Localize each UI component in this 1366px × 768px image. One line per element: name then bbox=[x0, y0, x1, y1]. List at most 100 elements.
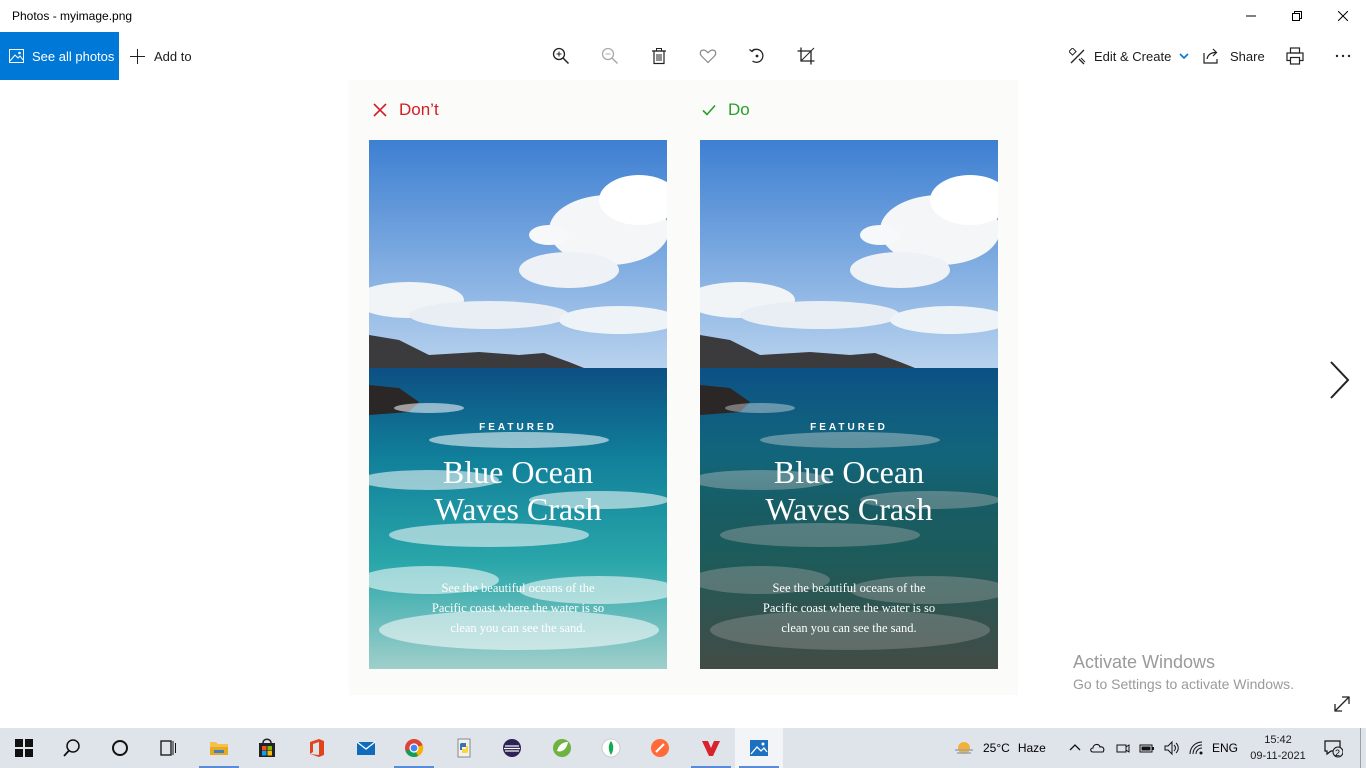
speaker-icon bbox=[1164, 740, 1179, 756]
close-icon bbox=[1338, 11, 1348, 21]
task-view-button[interactable] bbox=[144, 728, 192, 768]
volume-tray[interactable] bbox=[1163, 728, 1179, 768]
add-to-button[interactable]: Add to bbox=[130, 32, 192, 80]
weather-temp: 25°C bbox=[983, 741, 1010, 755]
meet-now-tray[interactable] bbox=[1115, 728, 1131, 768]
wifi-icon bbox=[1189, 741, 1203, 755]
restore-icon bbox=[1292, 11, 1302, 21]
mongodb-button[interactable] bbox=[587, 728, 635, 768]
headline-line-2: Waves Crash bbox=[434, 491, 602, 527]
search-icon bbox=[63, 739, 80, 757]
more-options-button[interactable] bbox=[1331, 44, 1355, 68]
displayed-image: Don’t Do FEATURED Blue Ocean Waves Crash… bbox=[349, 80, 1018, 695]
language-tray[interactable]: ENG bbox=[1212, 728, 1238, 768]
body-text: See the beautiful oceans of the Pacific … bbox=[413, 578, 623, 638]
print-button[interactable] bbox=[1283, 44, 1307, 68]
chevron-up-icon bbox=[1069, 744, 1081, 751]
task-view-icon bbox=[160, 740, 176, 756]
rotate-button[interactable] bbox=[745, 44, 769, 68]
check-icon bbox=[702, 104, 716, 116]
start-button[interactable] bbox=[0, 728, 48, 768]
clock-time: 15:42 bbox=[1264, 734, 1292, 746]
store-icon bbox=[259, 738, 275, 757]
spring-icon bbox=[553, 739, 571, 757]
cortana-button[interactable] bbox=[96, 728, 144, 768]
body-line-2: Pacific coast where the water is so bbox=[431, 601, 605, 615]
notification-count: 2 bbox=[1335, 748, 1341, 758]
search-button[interactable] bbox=[48, 728, 96, 768]
vpn-button[interactable] bbox=[687, 728, 735, 768]
eclipse-button[interactable] bbox=[488, 728, 536, 768]
add-to-label: Add to bbox=[154, 48, 192, 64]
zoom-in-button[interactable] bbox=[549, 44, 573, 68]
headline-line-1: Blue Ocean bbox=[442, 454, 594, 490]
photos-app-button[interactable] bbox=[735, 728, 783, 768]
delete-icon bbox=[652, 48, 666, 65]
cross-icon bbox=[373, 103, 387, 117]
body-text: See the beautiful oceans of the Pacific … bbox=[744, 578, 954, 638]
restore-button[interactable] bbox=[1274, 0, 1320, 32]
favorite-button[interactable] bbox=[696, 44, 720, 68]
crop-button[interactable] bbox=[794, 44, 818, 68]
zoom-in-icon bbox=[552, 47, 570, 65]
body-line-3: clean you can see the sand. bbox=[450, 621, 586, 635]
office-button[interactable] bbox=[293, 728, 341, 768]
onedrive-tray[interactable] bbox=[1090, 728, 1106, 768]
taskbar: 25°C Haze ENG 15:42 09-11-2021 2 bbox=[0, 728, 1366, 768]
activate-windows-watermark: Activate Windows Go to Settings to activ… bbox=[1073, 652, 1294, 692]
photos-app-icon bbox=[750, 740, 768, 756]
crop-icon bbox=[797, 47, 815, 65]
title-bar: Photos - myimage.png bbox=[0, 0, 1366, 32]
next-image-button[interactable] bbox=[1326, 360, 1354, 400]
favorite-icon bbox=[699, 49, 717, 64]
zoom-out-button[interactable] bbox=[598, 44, 622, 68]
office-icon bbox=[310, 739, 324, 757]
mongodb-icon bbox=[601, 738, 621, 758]
see-all-photos-button[interactable]: See all photos bbox=[0, 32, 119, 80]
springtool-button[interactable] bbox=[538, 728, 586, 768]
postman-button[interactable] bbox=[636, 728, 684, 768]
file-explorer-button[interactable] bbox=[195, 728, 243, 768]
action-center-button[interactable]: 2 bbox=[1323, 728, 1343, 768]
watermark-title: Activate Windows bbox=[1073, 652, 1216, 672]
rotate-icon bbox=[749, 48, 764, 63]
cloud-icon bbox=[1090, 743, 1105, 753]
chrome-button[interactable] bbox=[390, 728, 438, 768]
clock[interactable]: 15:42 09-11-2021 bbox=[1248, 732, 1308, 764]
fullscreen-button[interactable] bbox=[1332, 694, 1352, 714]
window-title: Photos - myimage.png bbox=[12, 9, 133, 23]
do-text: Do bbox=[728, 100, 750, 119]
share-button[interactable]: Share bbox=[1203, 32, 1265, 80]
photos-icon bbox=[9, 49, 24, 63]
edit-create-button[interactable]: Edit & Create bbox=[1069, 32, 1189, 80]
dont-label: Don’t bbox=[373, 100, 439, 120]
headline: Blue Ocean Waves Crash bbox=[369, 454, 667, 528]
headline: Blue Ocean Waves Crash bbox=[700, 454, 998, 528]
store-button[interactable] bbox=[243, 728, 291, 768]
clock-date: 09-11-2021 bbox=[1250, 750, 1306, 762]
mail-button[interactable] bbox=[342, 728, 390, 768]
headline-line-2: Waves Crash bbox=[765, 491, 933, 527]
see-all-photos-label: See all photos bbox=[32, 48, 115, 64]
close-button[interactable] bbox=[1320, 0, 1366, 32]
delete-button[interactable] bbox=[647, 44, 671, 68]
featured-label: FEATURED bbox=[479, 422, 557, 433]
watermark-subtitle: Go to Settings to activate Windows. bbox=[1073, 676, 1294, 692]
poster-do: FEATURED Blue Ocean Waves Crash See the … bbox=[700, 140, 998, 669]
cortana-icon bbox=[112, 740, 128, 756]
battery-tray[interactable] bbox=[1139, 728, 1155, 768]
minimize-button[interactable] bbox=[1228, 0, 1274, 32]
folder-icon bbox=[210, 742, 228, 755]
show-hidden-icons[interactable] bbox=[1067, 728, 1083, 768]
share-label: Share bbox=[1230, 48, 1265, 64]
headline-line-1: Blue Ocean bbox=[773, 454, 925, 490]
minimize-icon bbox=[1246, 15, 1256, 17]
python-button[interactable] bbox=[440, 728, 488, 768]
toolbar: See all photos Add to Edit & Create Shar… bbox=[0, 32, 1366, 80]
print-icon bbox=[1286, 47, 1304, 65]
network-tray[interactable] bbox=[1188, 728, 1204, 768]
show-desktop-button[interactable] bbox=[1360, 728, 1361, 768]
zoom-out-icon bbox=[601, 47, 619, 65]
weather-widget[interactable]: 25°C Haze bbox=[953, 728, 1046, 768]
haze-icon bbox=[955, 742, 973, 754]
